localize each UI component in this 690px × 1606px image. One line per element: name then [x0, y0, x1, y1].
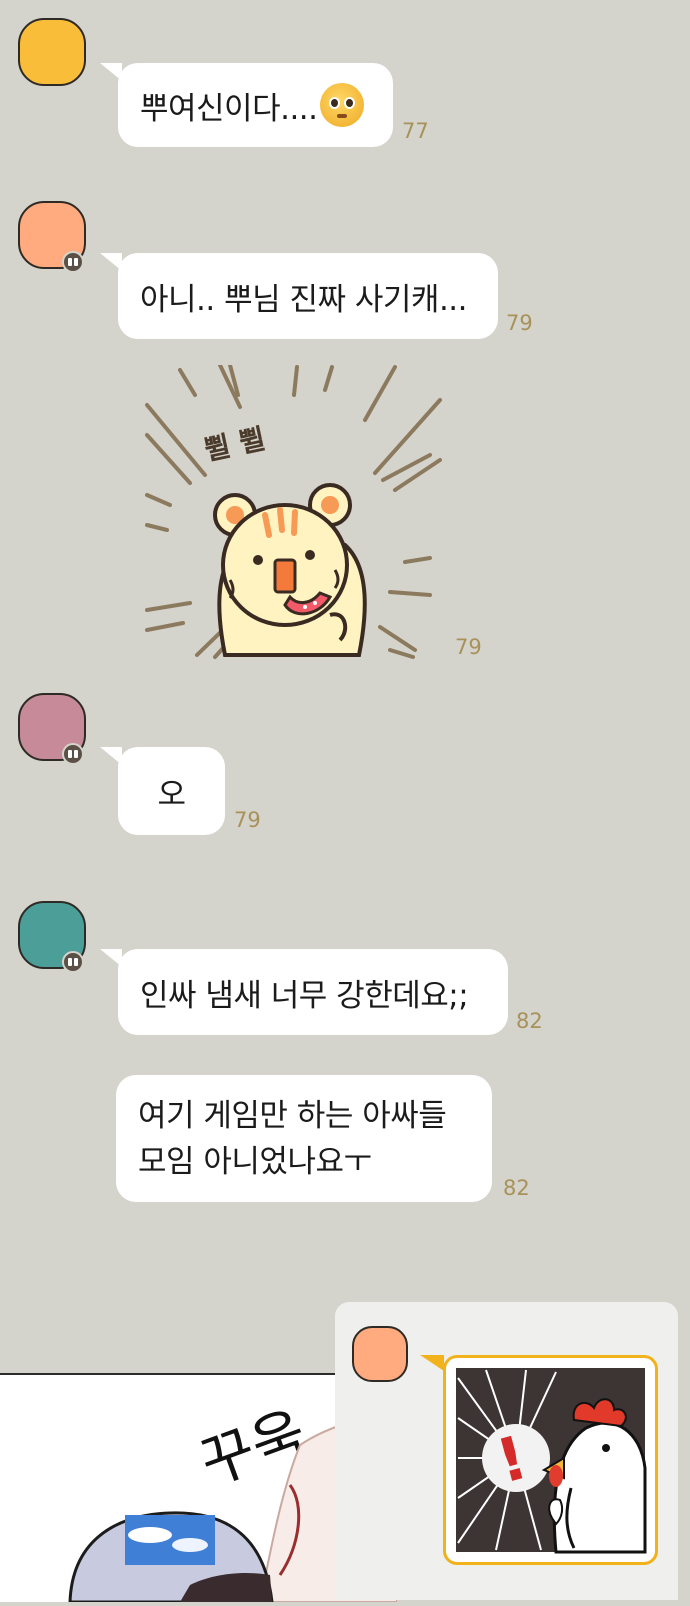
message-bubble[interactable]: 아니.. 뿌님 진짜 사기캐...: [118, 253, 498, 339]
avatar[interactable]: [352, 1326, 408, 1382]
read-count: 82: [516, 1009, 543, 1033]
chicken-sticker-art: !: [456, 1368, 647, 1554]
pleading-face-emoji-icon: [319, 83, 364, 127]
sticker-chicken[interactable]: !: [443, 1355, 658, 1565]
message-bubble[interactable]: 인싸 냄새 너무 강한데요;;: [118, 949, 508, 1035]
bubble-tail: [420, 1355, 444, 1371]
message-text: 여기 게임만 하는 아싸들 모임 아니었나요ㅜ: [138, 1097, 447, 1180]
message-bubble[interactable]: 오: [118, 747, 225, 835]
message-text: 아니.. 뿌님 진짜 사기캐...: [140, 281, 468, 318]
manager-badge-icon: [62, 251, 84, 273]
sticker-sfx-text: 쀨 쀨: [202, 422, 269, 467]
message-bubble[interactable]: 뿌여신이다....: [118, 63, 393, 147]
message-text: 오: [157, 776, 186, 813]
read-count: 79: [234, 808, 261, 832]
manager-badge-icon: [62, 951, 84, 973]
read-count: 79: [455, 635, 482, 659]
read-count: 77: [402, 119, 429, 143]
message-text: 뿌여신이다....: [140, 90, 318, 127]
message-bubble[interactable]: 여기 게임만 하는 아싸들 모임 아니었나요ㅜ: [116, 1075, 492, 1202]
message-text: 인싸 냄새 너무 강한데요;;: [140, 977, 469, 1014]
manager-badge-icon: [62, 743, 84, 765]
cat-character: [213, 483, 367, 657]
read-count: 79: [506, 311, 533, 335]
avatar[interactable]: [18, 18, 86, 86]
read-count: 82: [503, 1176, 530, 1200]
sticker-shaking-cat[interactable]: 쀨 쀨: [145, 365, 445, 660]
